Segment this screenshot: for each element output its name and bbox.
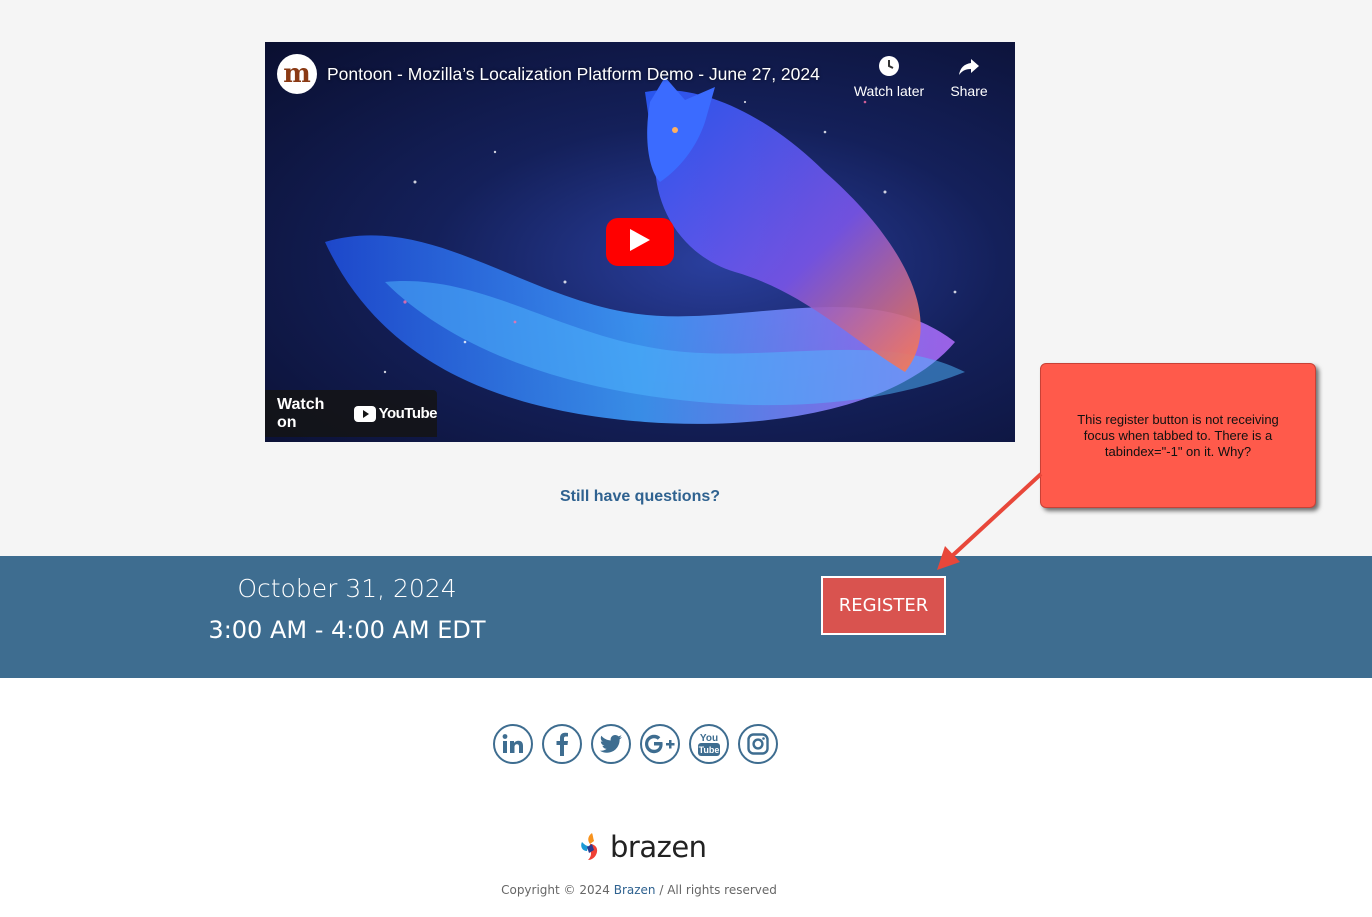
channel-avatar[interactable]: m [277, 54, 317, 94]
copyright: Copyright © 2024 Brazen / All rights res… [0, 883, 1278, 897]
facebook-icon[interactable] [542, 724, 582, 764]
linkedin-icon[interactable] [493, 724, 533, 764]
brazen-wordmark: brazen [610, 830, 707, 864]
svg-text:Tube: Tube [699, 745, 720, 755]
youtube-embed[interactable]: m Pontoon - Mozilla’s Localization Platf… [265, 42, 1015, 442]
youtube-icon[interactable]: You Tube [689, 724, 729, 764]
watch-on-youtube-button[interactable]: Watch on YouTube [265, 390, 438, 437]
watch-later-label: Watch later [853, 83, 925, 99]
share-icon [929, 54, 1009, 80]
youtube-icon [353, 405, 376, 422]
play-icon [630, 228, 650, 256]
event-datetime: October 31, 2024 3:00 AM - 4:00 AM EDT [188, 573, 506, 646]
google-plus-icon[interactable] [640, 724, 680, 764]
twitter-icon[interactable] [591, 724, 631, 764]
brazen-link[interactable]: Brazen [614, 883, 656, 897]
copyright-suffix: / All rights reserved [655, 883, 777, 897]
event-time: 3:00 AM - 4:00 AM EDT [208, 616, 486, 644]
event-date: October 31, 2024 [237, 574, 457, 603]
video-title[interactable]: Pontoon - Mozilla’s Localization Platfor… [327, 64, 820, 85]
channel-initial: m [283, 59, 311, 89]
register-button[interactable]: REGISTER [821, 576, 946, 635]
youtube-wordmark: YouTube [378, 405, 438, 422]
watch-later-button[interactable]: Watch later [849, 54, 929, 99]
instagram-icon[interactable] [738, 724, 778, 764]
share-button[interactable]: Share [929, 54, 1009, 99]
youtube-logo: YouTube [353, 405, 438, 422]
watch-on-label: Watch on [277, 395, 325, 431]
share-label: Share [950, 83, 988, 99]
social-links: You Tube [493, 724, 778, 764]
play-button[interactable] [606, 218, 674, 266]
brazen-logo-icon [581, 833, 598, 860]
annotation-callout: This register button is not receiving fo… [1040, 363, 1316, 508]
clock-icon [849, 54, 929, 80]
brazen-logo[interactable]: brazen [578, 830, 707, 864]
svg-text:You: You [700, 733, 718, 744]
copyright-prefix: Copyright © 2024 [501, 883, 614, 897]
